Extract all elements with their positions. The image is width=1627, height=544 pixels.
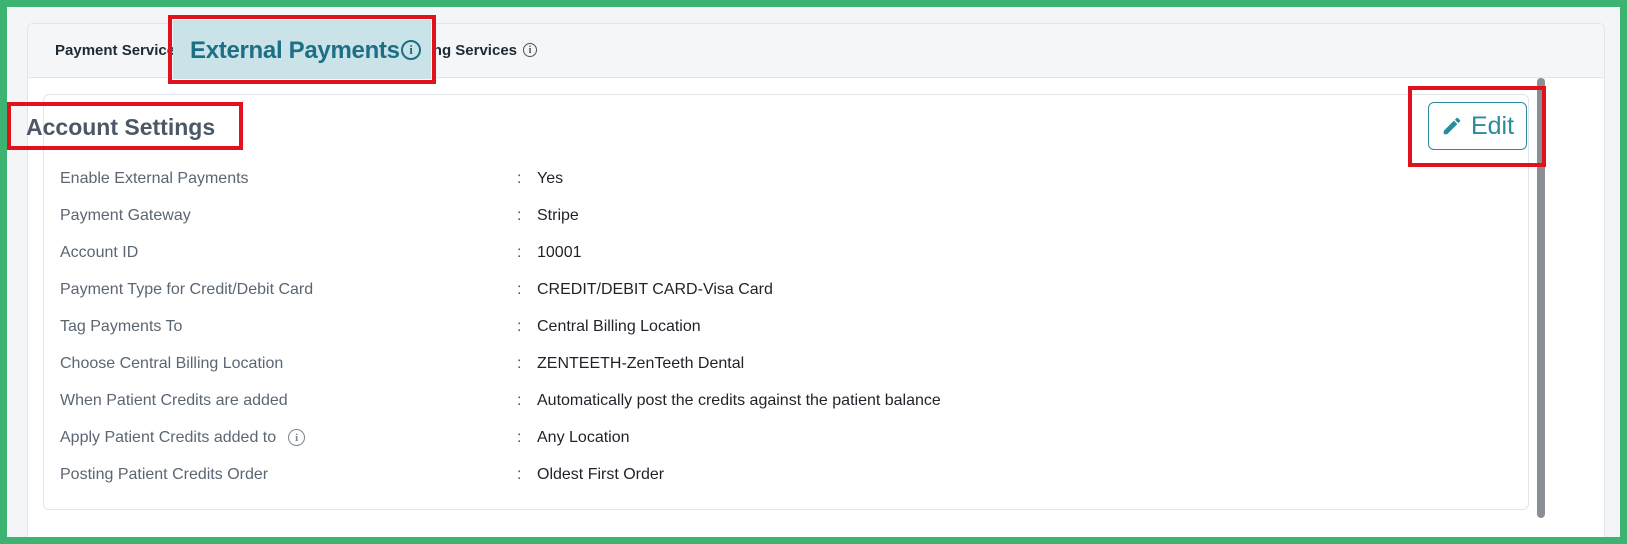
outer-frame (0, 0, 1627, 544)
